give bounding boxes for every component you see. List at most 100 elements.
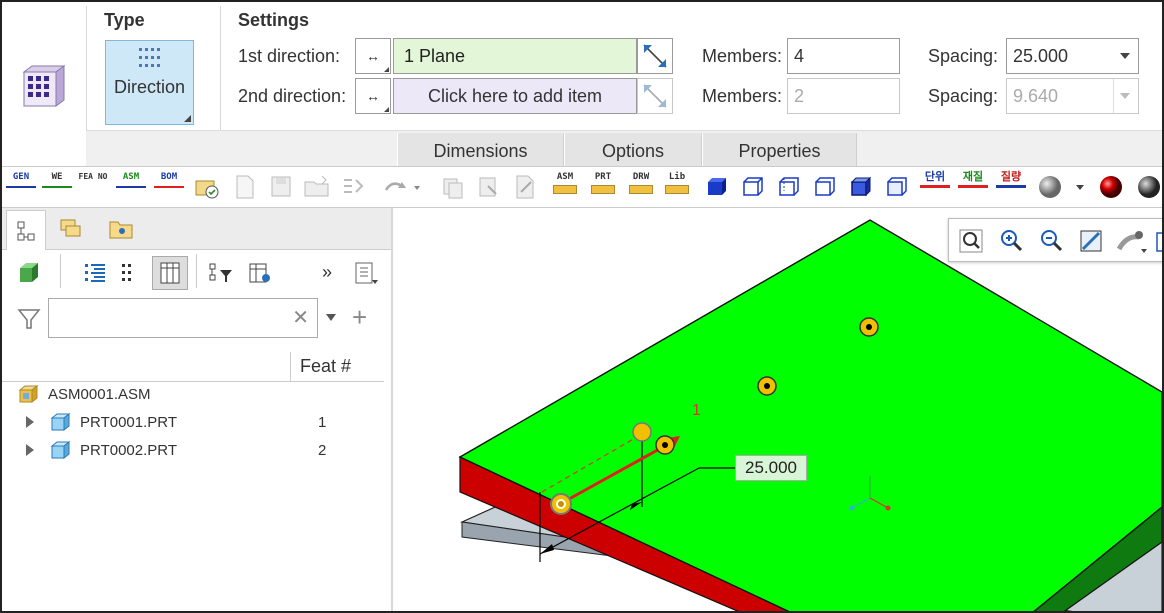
tree-view-options-icon[interactable] bbox=[352, 260, 380, 286]
tab-properties[interactable]: Properties bbox=[702, 133, 857, 166]
save-icon[interactable] bbox=[268, 172, 294, 202]
column-separator[interactable] bbox=[290, 352, 291, 382]
cube-settings-icon[interactable] bbox=[16, 260, 42, 286]
chevron-down-icon bbox=[1120, 53, 1130, 59]
asm-tool-button[interactable]: ASM bbox=[116, 172, 146, 202]
more-options-icon[interactable]: » bbox=[322, 262, 332, 283]
expand-arrow-icon[interactable] bbox=[26, 444, 34, 456]
view-manager-icon[interactable] bbox=[1115, 227, 1149, 255]
saved-views-icon[interactable] bbox=[1155, 229, 1164, 255]
tab-dimensions[interactable]: Dimensions bbox=[397, 133, 564, 166]
zoom-out-icon[interactable] bbox=[1037, 227, 1065, 255]
direction-type-button[interactable]: Direction bbox=[105, 40, 194, 125]
pattern-feature-icon bbox=[18, 62, 68, 110]
flip-direction-icon bbox=[643, 84, 667, 108]
edit-icon[interactable] bbox=[512, 172, 538, 202]
graphics-window[interactable] bbox=[393, 208, 1162, 613]
fea-no-tool-button[interactable]: FEA NO bbox=[78, 172, 108, 202]
first-members-input[interactable]: 4 bbox=[787, 38, 900, 74]
member-number-label: 1 bbox=[692, 402, 701, 419]
second-spacing-label: Spacing: bbox=[928, 86, 999, 106]
scene-sphere-icon[interactable] bbox=[1134, 172, 1162, 202]
show-columns-button[interactable] bbox=[152, 256, 188, 290]
tree-search-input[interactable]: ✕ bbox=[48, 298, 318, 338]
paste-icon[interactable] bbox=[476, 172, 502, 202]
red-sphere-icon[interactable] bbox=[1096, 172, 1126, 202]
repaint-icon[interactable] bbox=[1077, 227, 1105, 255]
material-button[interactable]: 재질 bbox=[958, 171, 988, 202]
prt-folder-button[interactable]: PRT bbox=[588, 172, 618, 202]
second-direction-type-button[interactable]: ↔ bbox=[355, 78, 391, 114]
shaded-view-icon[interactable] bbox=[702, 172, 730, 202]
we-tool-button[interactable]: WE bbox=[42, 172, 72, 202]
feat-number-column-header[interactable]: Feat # bbox=[300, 356, 351, 377]
clear-icon[interactable]: ✕ bbox=[292, 305, 309, 330]
redo-icon[interactable] bbox=[380, 172, 424, 202]
spacing-dimension-label[interactable]: 25.000 bbox=[735, 455, 807, 481]
second-members-input[interactable]: 2 bbox=[787, 78, 900, 114]
layer-tree-tab-icon[interactable] bbox=[56, 214, 86, 244]
zoom-in-icon[interactable] bbox=[997, 227, 1025, 255]
collapse-tree-icon[interactable] bbox=[118, 260, 144, 286]
double-arrow-icon: ↔ bbox=[366, 88, 380, 104]
tree-item-prt0001[interactable]: PRT0001.PRT bbox=[80, 414, 177, 431]
columns-icon bbox=[160, 262, 180, 284]
dropdown-separator bbox=[1113, 79, 1114, 113]
first-spacing-label: Spacing: bbox=[928, 46, 999, 66]
settings-group-title: Settings bbox=[238, 10, 310, 30]
wireframe-view-icon[interactable] bbox=[738, 172, 766, 202]
add-icon[interactable]: + bbox=[352, 302, 367, 333]
tree-item-asm0001[interactable]: ASM0001.ASM bbox=[48, 386, 151, 403]
appearance-gallery-icon[interactable] bbox=[1036, 172, 1092, 202]
search-dropdown-icon[interactable] bbox=[326, 314, 336, 321]
tree-filter-icon[interactable] bbox=[206, 260, 236, 286]
second-direction-flip-button[interactable] bbox=[637, 78, 673, 114]
pattern-member-marker[interactable] bbox=[757, 376, 777, 396]
tree-item-prt0002[interactable]: PRT0002.PRT bbox=[80, 442, 177, 459]
top-face[interactable] bbox=[458, 219, 1162, 613]
hidden-line-icon[interactable] bbox=[774, 172, 802, 202]
lib-folder-button[interactable]: Lib bbox=[662, 172, 692, 202]
model-tree-tab[interactable] bbox=[6, 210, 46, 250]
pattern-member-marker[interactable] bbox=[859, 317, 879, 337]
flyout-corner-icon bbox=[384, 107, 389, 112]
no-hidden-icon[interactable] bbox=[810, 172, 838, 202]
second-spacing-dropdown[interactable]: 9.640 bbox=[1006, 78, 1139, 114]
second-direction-collector[interactable]: Click here to add item bbox=[393, 78, 637, 114]
expand-arrow-icon[interactable] bbox=[26, 416, 34, 428]
asm-folder-button[interactable]: ASM bbox=[550, 172, 580, 202]
copy-icon[interactable] bbox=[440, 172, 466, 202]
toolbar-separator bbox=[196, 254, 197, 288]
pattern-member-marker[interactable] bbox=[550, 493, 572, 515]
shaded-edges-icon[interactable] bbox=[846, 172, 874, 202]
regenerate-icon[interactable] bbox=[340, 172, 368, 202]
expand-tree-icon[interactable] bbox=[82, 260, 108, 286]
first-spacing-dropdown[interactable]: 25.000 bbox=[1006, 38, 1139, 74]
part-icon bbox=[50, 412, 71, 432]
gen-tool-button[interactable]: GEN bbox=[6, 172, 36, 202]
filter-funnel-icon[interactable] bbox=[16, 306, 42, 332]
pattern-member-marker[interactable] bbox=[632, 422, 652, 442]
drw-folder-button[interactable]: DRW bbox=[626, 172, 656, 202]
double-arrow-icon: ↔ bbox=[366, 48, 380, 64]
new-file-icon[interactable] bbox=[232, 172, 258, 202]
units-button[interactable]: 단위 bbox=[920, 171, 950, 202]
open-folder-icon[interactable] bbox=[192, 172, 222, 202]
model-viewport[interactable] bbox=[393, 208, 1162, 613]
first-direction-collector[interactable]: 1 Plane bbox=[393, 38, 637, 74]
tree-settings-icon[interactable] bbox=[246, 260, 274, 286]
first-spacing-value: 25.000 bbox=[1013, 46, 1069, 66]
dashboard-separator bbox=[86, 6, 87, 130]
folder-browser-tab-icon[interactable] bbox=[106, 214, 136, 244]
first-direction-type-button[interactable]: ↔ bbox=[355, 38, 391, 74]
pattern-member-marker[interactable] bbox=[655, 435, 675, 455]
open-icon[interactable] bbox=[302, 172, 332, 202]
bom-tool-button[interactable]: BOM bbox=[154, 172, 184, 202]
second-spacing-value: 9.640 bbox=[1013, 86, 1059, 106]
refit-icon[interactable] bbox=[957, 227, 985, 255]
tab-options[interactable]: Options bbox=[564, 133, 702, 166]
transparent-view-icon[interactable] bbox=[882, 172, 910, 202]
mass-button[interactable]: 질량 bbox=[996, 171, 1026, 202]
first-direction-flip-button[interactable] bbox=[637, 38, 673, 74]
second-members-label: Members: bbox=[702, 86, 783, 106]
